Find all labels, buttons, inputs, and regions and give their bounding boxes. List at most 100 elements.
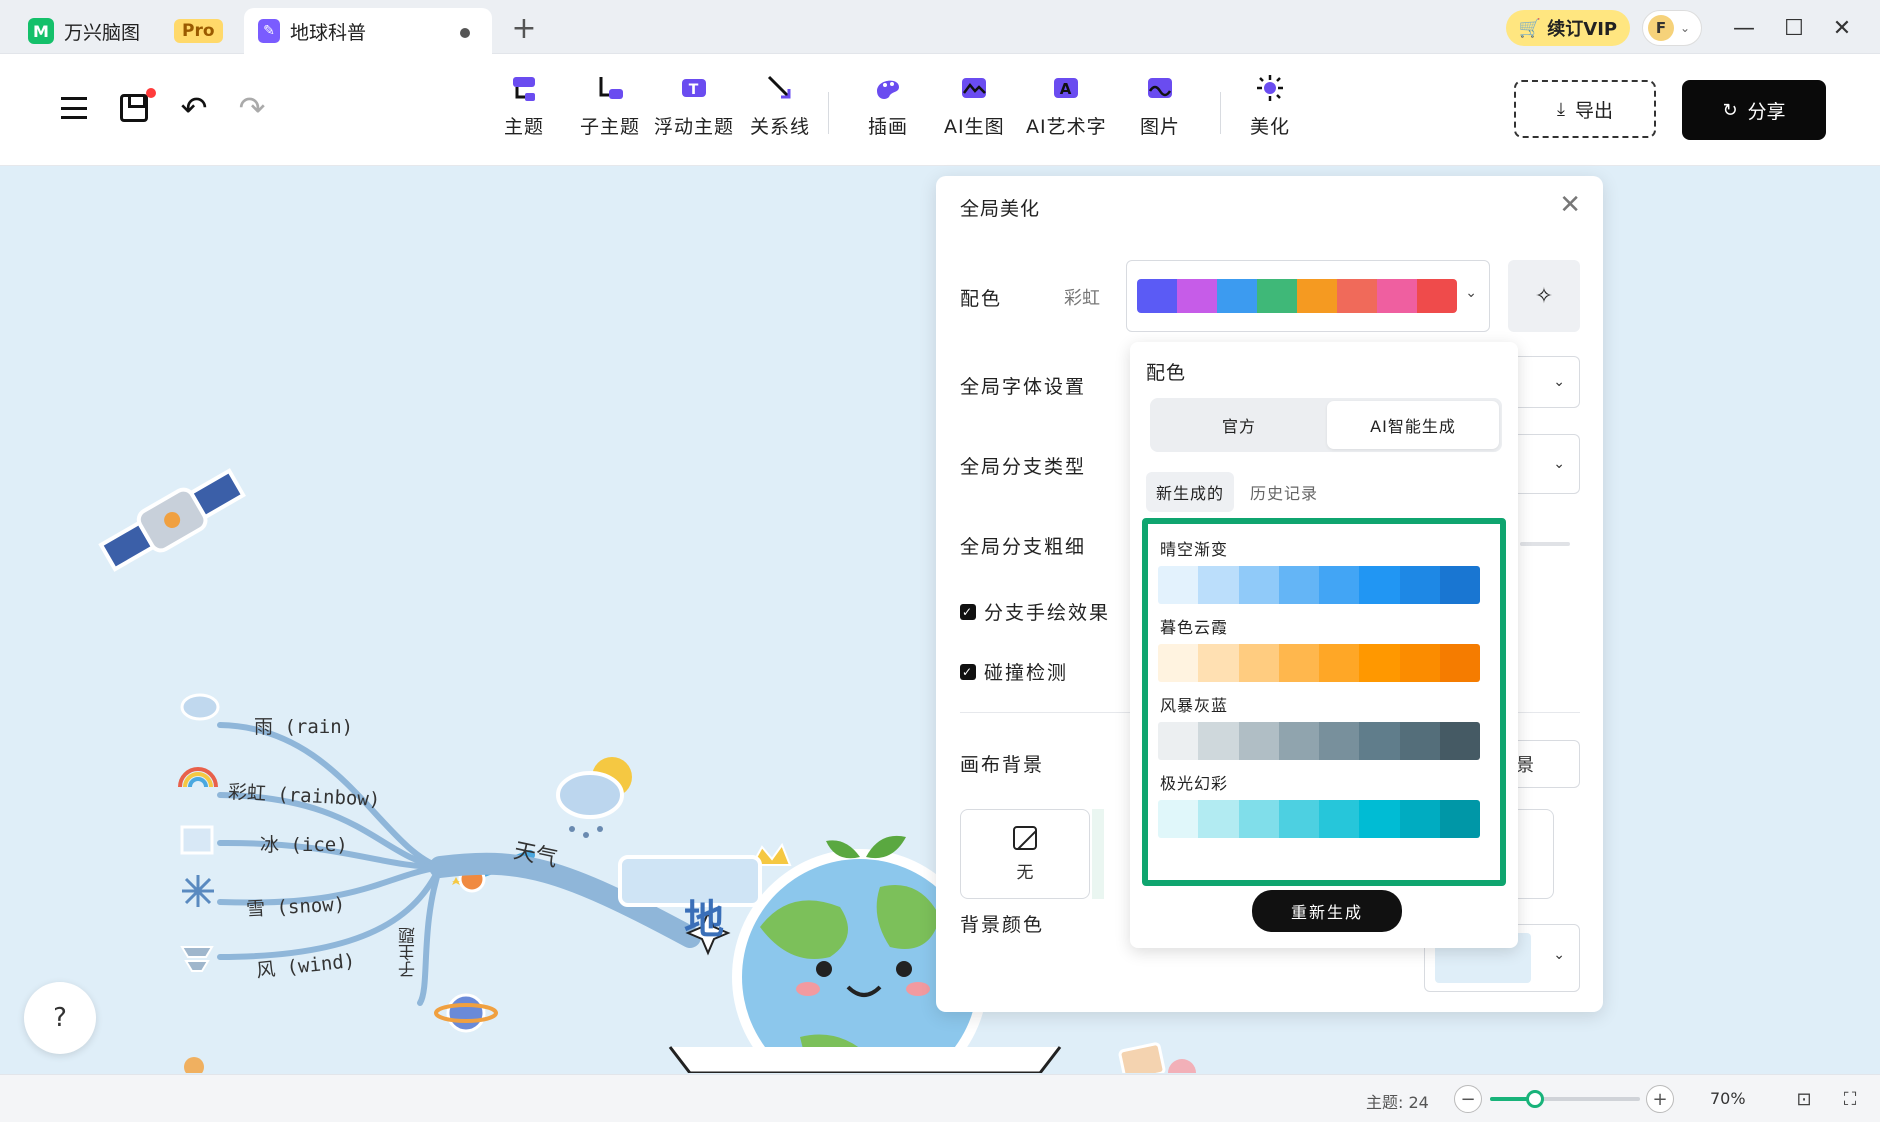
redo-icon: ↷ [238, 89, 266, 127]
help-button[interactable]: ? [24, 982, 96, 1054]
palette-swatch [1238, 644, 1279, 682]
palette-swatch [1198, 800, 1239, 838]
branch-type-select-chevron[interactable]: ⌄ [1512, 434, 1580, 494]
leaf-rain[interactable]: 雨 (rain) [254, 712, 353, 739]
palette-source-segmented: 官方 AI智能生成 [1150, 398, 1502, 452]
undo-button[interactable]: ↶ [170, 84, 218, 132]
palette-swatch [1238, 722, 1279, 760]
regenerate-button[interactable]: 重新生成 [1252, 890, 1402, 932]
renew-vip-button[interactable]: 🛒 续订VIP [1506, 10, 1630, 46]
zoom-value: 70% [1710, 1089, 1746, 1108]
zoom-in-button[interactable]: + [1646, 1085, 1674, 1113]
palette-swatch [1238, 800, 1279, 838]
pro-badge[interactable]: Pro [174, 19, 223, 43]
planet-illustration [434, 993, 498, 1033]
svg-text:A: A [1060, 80, 1073, 98]
fullscreen-icon[interactable]: ⛶ [1838, 1087, 1862, 1111]
palette-option[interactable] [1158, 800, 1480, 838]
palette-swatch [1158, 722, 1199, 760]
maximize-button[interactable]: ☐ [1774, 10, 1814, 46]
canvas-bg-label: 画布背景 [960, 754, 1045, 776]
scheme-swatch [1177, 279, 1217, 313]
palette-swatch [1238, 566, 1279, 604]
branch-width-label: 全局分支粗细 [960, 536, 1087, 558]
palette-swatch [1399, 722, 1440, 760]
leaf-ice[interactable]: 冰 (ice) [260, 830, 348, 857]
document-tab[interactable]: ✎ 地球科普 [244, 8, 492, 54]
share-label: 分享 [1747, 100, 1786, 123]
central-topic-text[interactable]: 地 [684, 887, 724, 945]
subtab-new[interactable]: 新生成的 [1146, 472, 1235, 512]
bg-none-label: 无 [1016, 862, 1034, 883]
seg-official[interactable]: 官方 [1153, 401, 1325, 449]
redo-button[interactable]: ↷ [228, 84, 276, 132]
menu-button[interactable] [50, 84, 98, 132]
magic-wand-button[interactable]: ✧ [1508, 260, 1580, 332]
tool-floating-topic[interactable]: T 浮动主题 [654, 72, 734, 139]
unsaved-dot-icon[interactable] [460, 28, 470, 38]
fit-view-icon[interactable]: ⊡ [1792, 1087, 1816, 1111]
zoom-slider[interactable] [1490, 1090, 1640, 1108]
palette-swatch [1198, 722, 1239, 760]
collision-checkbox-row[interactable]: ✓ 碰撞检测 [960, 658, 1068, 685]
subtab-history[interactable]: 历史记录 [1240, 472, 1328, 512]
palette-option[interactable] [1158, 722, 1480, 760]
palette-swatch [1399, 566, 1440, 604]
font-select-chevron[interactable]: ⌄ [1512, 356, 1580, 408]
bg-option-preview[interactable] [1092, 809, 1104, 899]
tool-beautify[interactable]: 美化 [1250, 72, 1290, 139]
no-background-icon [1013, 825, 1037, 850]
title-bar: M 万兴脑图 Pro ✎ 地球科普 + 🛒 续订VIP F ⌄ — ☐ ✕ [0, 0, 1880, 54]
palette-swatch [1158, 566, 1199, 604]
seg-ai-generate[interactable]: AI智能生成 [1327, 401, 1499, 449]
tool-relation-line[interactable]: 关系线 [750, 72, 810, 139]
tool-topic[interactable]: 主题 [504, 72, 544, 139]
export-button[interactable]: ⤓ 导出 [1514, 80, 1656, 138]
document-tab-title: 地球科普 [290, 21, 367, 44]
palette-swatch [1359, 644, 1400, 682]
tool-ai-art-text[interactable]: A AI艺术字 [1026, 72, 1107, 139]
canvas-bg-tab[interactable]: 景 [1512, 740, 1580, 788]
palette-option[interactable] [1158, 566, 1480, 604]
share-button[interactable]: ↻ 分享 [1682, 80, 1826, 140]
zoom-out-button[interactable]: − [1454, 1085, 1482, 1113]
export-label: 导出 [1574, 99, 1613, 122]
zoom-slider-handle[interactable] [1526, 1090, 1544, 1108]
toolbar-divider [828, 92, 829, 134]
renew-vip-label: 续订VIP [1547, 19, 1618, 40]
tool-subtopic[interactable]: 子主题 [580, 72, 640, 139]
new-tab-button[interactable]: + [506, 10, 542, 46]
save-icon [120, 94, 148, 122]
close-window-button[interactable]: ✕ [1822, 10, 1862, 46]
palette-swatch [1439, 800, 1480, 838]
color-scheme-select[interactable]: ⌄ [1126, 260, 1490, 332]
illustration-icon [872, 72, 904, 104]
checkbox-checked-icon[interactable]: ✓ [960, 663, 976, 680]
palette-swatch [1319, 644, 1360, 682]
bg-none-option[interactable]: 无 [960, 809, 1090, 899]
branch-width-slider[interactable] [1520, 542, 1570, 546]
leaf-snow[interactable]: 雪 (snow) [245, 889, 346, 921]
tool-illustration[interactable]: 插画 [868, 72, 908, 139]
hand-drawn-checkbox-row[interactable]: ✓ 分支手绘效果 [960, 598, 1110, 625]
save-button[interactable] [110, 84, 158, 132]
undo-icon: ↶ [180, 89, 208, 127]
tool-picture[interactable]: 图片 [1140, 72, 1180, 139]
menu-icon [61, 97, 87, 119]
topic-icon [508, 72, 540, 104]
tool-ai-image[interactable]: AI生图 [944, 72, 1005, 139]
palette-swatch [1439, 566, 1480, 604]
minimize-button[interactable]: — [1724, 10, 1764, 46]
tool-beautify-label: 美化 [1250, 116, 1291, 138]
palette-swatch [1198, 644, 1239, 682]
app-home-tab[interactable]: M 万兴脑图 Pro [20, 8, 230, 54]
palette-option[interactable] [1158, 644, 1480, 682]
tool-illustration-label: 插画 [868, 116, 909, 138]
app-logo-icon: M [28, 18, 54, 44]
panel-close-icon[interactable]: ✕ [1559, 190, 1581, 220]
branch-subtopic[interactable]: 子主题 [396, 927, 421, 978]
scheme-swatch [1417, 279, 1457, 313]
checkbox-checked-icon[interactable]: ✓ [960, 603, 976, 620]
chevron-down-icon: ⌄ [1465, 285, 1477, 301]
account-menu[interactable]: F ⌄ [1642, 10, 1702, 46]
